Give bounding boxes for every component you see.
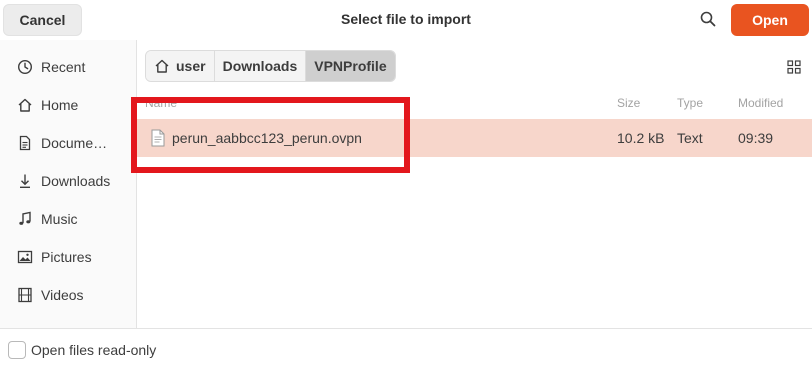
breadcrumb-user[interactable]: user <box>146 51 215 81</box>
breadcrumb-label: VPNProfile <box>314 58 387 74</box>
column-header-modified[interactable]: Modified <box>738 96 783 110</box>
readonly-label: Open files read-only <box>31 342 157 358</box>
picture-icon <box>17 249 33 265</box>
view-toggle-button[interactable] <box>787 60 801 74</box>
breadcrumb-label: Downloads <box>222 58 298 74</box>
sidebar-item-home[interactable]: Home <box>0 87 136 123</box>
sidebar-item-label: Music <box>41 211 78 227</box>
sidebar-item-label: Pictures <box>41 249 92 265</box>
file-size: 10.2 kB <box>617 130 665 146</box>
path-bar: user Downloads VPNProfile <box>145 50 396 82</box>
sort-ascending-icon: ^ <box>184 96 190 110</box>
file-list-area: user Downloads VPNProfile Name ^ Size Ty… <box>137 40 812 328</box>
readonly-checkbox[interactable] <box>8 341 26 359</box>
sidebar-item-label: Home <box>41 97 79 113</box>
dialog-title: Select file to import <box>341 11 471 27</box>
download-icon <box>17 173 33 189</box>
header-bar: Cancel Select file to import Open <box>0 0 812 40</box>
grid-view-icon <box>787 60 801 77</box>
footer-bar: Open files read-only <box>0 328 812 369</box>
sidebar-item-label: Videos <box>41 287 84 303</box>
sidebar-item-label: Docume… <box>41 135 108 151</box>
file-name: perun_aabbcc123_perun.ovpn <box>172 130 362 146</box>
music-note-icon <box>17 211 33 227</box>
sidebar-item-downloads[interactable]: Downloads <box>0 163 136 199</box>
sidebar-item-label: Downloads <box>41 173 111 189</box>
sidebar-item-label: Recent <box>41 59 86 75</box>
column-header-type[interactable]: Type <box>677 96 703 110</box>
sidebar-item-documents[interactable]: Docume… <box>0 125 136 161</box>
search-button[interactable] <box>696 8 720 32</box>
file-modified: 09:39 <box>738 130 774 146</box>
column-header-name[interactable]: Name ^ <box>145 96 190 110</box>
breadcrumb-downloads[interactable]: Downloads <box>214 51 307 81</box>
search-icon <box>700 11 716 30</box>
file-chooser-dialog: Cancel Select file to import Open Recent… <box>0 0 812 369</box>
column-header-size[interactable]: Size <box>617 96 640 110</box>
sidebar-item-pictures[interactable]: Pictures <box>0 239 136 275</box>
document-icon <box>17 135 33 151</box>
sidebar-item-videos[interactable]: Videos <box>0 277 136 313</box>
places-sidebar: Recent Home Docume… Downloads Music Pict… <box>0 40 137 328</box>
breadcrumb-vpnprofile[interactable]: VPNProfile <box>306 51 395 81</box>
file-type: Text <box>677 130 703 146</box>
home-icon <box>17 97 33 113</box>
home-icon <box>154 58 170 74</box>
sidebar-item-music[interactable]: Music <box>0 201 136 237</box>
clock-icon <box>17 59 33 75</box>
sidebar-item-recent[interactable]: Recent <box>0 49 136 85</box>
table-row[interactable]: perun_aabbcc123_perun.ovpn 10.2 kB Text … <box>137 119 812 157</box>
breadcrumb-label: user <box>176 58 206 74</box>
film-icon <box>17 287 33 303</box>
text-file-icon <box>151 129 165 150</box>
open-button[interactable]: Open <box>731 4 809 36</box>
